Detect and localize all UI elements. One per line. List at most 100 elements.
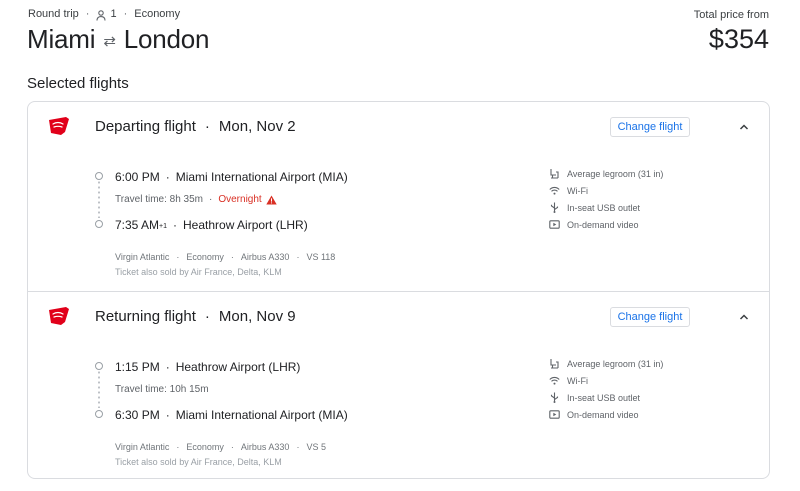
departure-row: 6:00 PM · Miami International Airport (M… xyxy=(115,170,348,184)
amenity-label: In-seat USB outlet xyxy=(567,202,641,213)
arrival-row: 7:35 AM +1 · Heathrow Airport (LHR) xyxy=(115,218,308,232)
flight-number: VS 5 xyxy=(306,442,326,452)
amenity-label: In-seat USB outlet xyxy=(567,392,641,403)
video-icon xyxy=(549,410,560,419)
seat-icon xyxy=(550,359,559,369)
separator-dot: · xyxy=(230,252,234,262)
aircraft-type: Airbus A330 xyxy=(240,252,290,262)
amenity-wifi: Wi-Fi xyxy=(549,182,663,199)
wifi-icon xyxy=(549,376,560,385)
separator-dot: · xyxy=(230,442,234,452)
change-flight-button[interactable]: Change flight xyxy=(610,307,690,327)
change-flight-button[interactable]: Change flight xyxy=(610,117,690,137)
amenity-label: Average legroom (31 in) xyxy=(567,168,664,179)
usb-icon xyxy=(550,202,559,213)
separator-dot: · xyxy=(176,252,180,262)
arrival-day-offset: +1 xyxy=(159,223,168,230)
travel-time-row: Travel time: 10h 15m xyxy=(115,384,209,395)
airline-name: Virgin Atlantic xyxy=(115,252,170,262)
travel-time-row: Travel time: 8h 35m · Overnight xyxy=(115,194,277,205)
separator-dot: · xyxy=(204,308,210,325)
departing-flight: Departing flight · Mon, Nov 2 Change fli… xyxy=(28,102,769,291)
amenity-legroom: Average legroom (31 in) xyxy=(549,355,663,372)
arrival-airport: Miami International Airport (MIA) xyxy=(175,408,348,422)
arrival-time: 7:35 AM xyxy=(115,218,160,232)
separator-dot: · xyxy=(209,194,213,205)
person-icon xyxy=(96,9,106,21)
flight-details: Virgin Atlantic · Economy · Airbus A330 … xyxy=(115,252,335,262)
separator-dot: · xyxy=(176,442,180,452)
cabin-class: Economy xyxy=(134,8,181,20)
warning-icon xyxy=(266,195,277,204)
flight-header: Returning flight · Mon, Nov 9 xyxy=(95,308,296,325)
passenger-count: 1 xyxy=(110,8,117,20)
separator-dot: · xyxy=(173,218,178,232)
total-price: $354 xyxy=(708,24,769,54)
chevron-up-icon[interactable] xyxy=(737,310,751,324)
departure-row: 1:15 PM · Heathrow Airport (LHR) xyxy=(115,360,300,374)
selected-flights-card: Departing flight · Mon, Nov 2 Change fli… xyxy=(27,101,770,479)
timeline-dots xyxy=(98,370,100,408)
timeline-dots xyxy=(98,180,100,218)
departure-time: 1:15 PM xyxy=(115,360,160,374)
departure-time: 6:00 PM xyxy=(115,170,160,184)
separator-dot: · xyxy=(123,8,128,20)
amenity-usb: In-seat USB outlet xyxy=(549,389,663,406)
virgin-atlantic-logo xyxy=(49,117,69,135)
ticket-sold-by: Ticket also sold by Air France, Delta, K… xyxy=(115,267,282,277)
flight-title: Departing flight xyxy=(95,118,196,135)
departure-circle xyxy=(95,172,103,180)
overnight-label: Overnight xyxy=(218,194,262,205)
amenities-list: Average legroom (31 in) Wi-Fi In-seat US… xyxy=(549,355,663,423)
trip-summary: Round trip · 1 · Economy xyxy=(28,8,181,21)
swap-arrows-icon: ⇄ xyxy=(103,32,116,50)
section-title: Selected flights xyxy=(27,75,129,92)
route-title: Miami ⇄ London xyxy=(27,24,209,55)
amenity-label: Wi-Fi xyxy=(567,185,588,196)
destination-city: London xyxy=(123,24,210,54)
travel-time: Travel time: 10h 15m xyxy=(115,384,209,395)
overnight-warning: Overnight xyxy=(218,194,277,205)
arrival-circle xyxy=(95,410,103,418)
flight-timeline xyxy=(95,360,103,418)
wifi-icon xyxy=(549,186,560,195)
amenities-list: Average legroom (31 in) Wi-Fi In-seat US… xyxy=(549,165,663,233)
amenity-usb: In-seat USB outlet xyxy=(549,199,663,216)
amenity-video: On-demand video xyxy=(549,216,663,233)
arrival-row: 6:30 PM · Miami International Airport (M… xyxy=(115,408,348,422)
airline-name: Virgin Atlantic xyxy=(115,442,170,452)
video-icon xyxy=(549,220,560,229)
virgin-atlantic-logo xyxy=(49,307,69,325)
flight-title: Returning flight xyxy=(95,308,196,325)
separator-dot: · xyxy=(204,118,210,135)
flight-details: Virgin Atlantic · Economy · Airbus A330 … xyxy=(115,442,326,452)
cabin-class: Economy xyxy=(186,442,224,452)
amenity-label: Wi-Fi xyxy=(567,375,588,386)
amenity-video: On-demand video xyxy=(549,406,663,423)
flight-timeline xyxy=(95,170,103,228)
departure-airport: Miami International Airport (MIA) xyxy=(175,170,348,184)
flight-date: Mon, Nov 2 xyxy=(218,118,296,135)
amenity-wifi: Wi-Fi xyxy=(549,372,663,389)
departure-circle xyxy=(95,362,103,370)
travel-time: Travel time: 8h 35m xyxy=(115,194,203,205)
arrival-circle xyxy=(95,220,103,228)
separator-dot: · xyxy=(296,442,300,452)
trip-type: Round trip xyxy=(28,8,79,20)
flight-number: VS 118 xyxy=(306,252,336,262)
departure-airport: Heathrow Airport (LHR) xyxy=(175,360,301,374)
arrival-airport: Heathrow Airport (LHR) xyxy=(183,218,308,232)
separator-dot: · xyxy=(165,170,170,184)
cabin-class: Economy xyxy=(186,252,224,262)
separator-dot: · xyxy=(165,360,170,374)
origin-city: Miami xyxy=(27,24,96,54)
returning-flight: Returning flight · Mon, Nov 9 Change fli… xyxy=(28,291,769,480)
flight-date: Mon, Nov 9 xyxy=(218,308,296,325)
chevron-up-icon[interactable] xyxy=(737,120,751,134)
aircraft-type: Airbus A330 xyxy=(240,442,290,452)
ticket-sold-by: Ticket also sold by Air France, Delta, K… xyxy=(115,457,282,467)
amenity-legroom: Average legroom (31 in) xyxy=(549,165,663,182)
separator-dot: · xyxy=(85,8,90,20)
flight-header: Departing flight · Mon, Nov 2 xyxy=(95,118,296,135)
usb-icon xyxy=(550,392,559,403)
